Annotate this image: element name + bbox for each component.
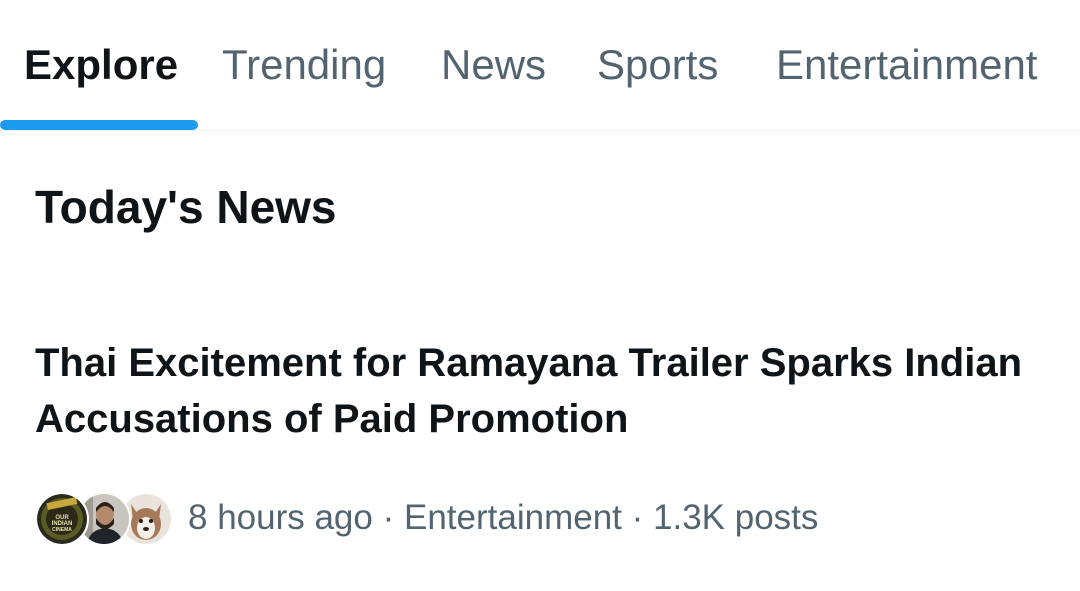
svg-text:CINEMA: CINEMA: [52, 527, 72, 533]
tab-news[interactable]: News: [441, 40, 546, 90]
news-meta-text: 8 hours ago · Entertainment · 1.3K posts: [188, 490, 818, 546]
meta-separator: ·: [382, 498, 395, 537]
news-category: Entertainment: [404, 498, 622, 537]
our-indian-cinema-logo-avatar: OUR INDIAN CINEMA: [35, 492, 89, 546]
section-title: Today's News: [35, 181, 337, 233]
tab-sports[interactable]: Sports: [597, 40, 718, 90]
news-meta: OUR INDIAN CINEMA 8 hours ago · Entertai…: [35, 490, 818, 546]
meta-separator: ·: [631, 498, 644, 537]
news-time: 8 hours ago: [188, 498, 373, 537]
news-item[interactable]: Thai Excitement for Ramayana Trailer Spa…: [0, 320, 1080, 560]
news-headline[interactable]: Thai Excitement for Ramayana Trailer Spa…: [35, 335, 1025, 447]
tab-entertainment[interactable]: Entertainment: [776, 40, 1037, 90]
top-tab-bar: Explore Trending News Sports Entertainme…: [0, 0, 1080, 131]
avatar-stack: OUR INDIAN CINEMA: [35, 490, 173, 546]
tab-trending[interactable]: Trending: [222, 40, 386, 90]
tab-explore[interactable]: Explore: [24, 40, 178, 90]
active-tab-indicator: [0, 120, 198, 130]
news-post-count: 1.3K posts: [653, 498, 819, 537]
